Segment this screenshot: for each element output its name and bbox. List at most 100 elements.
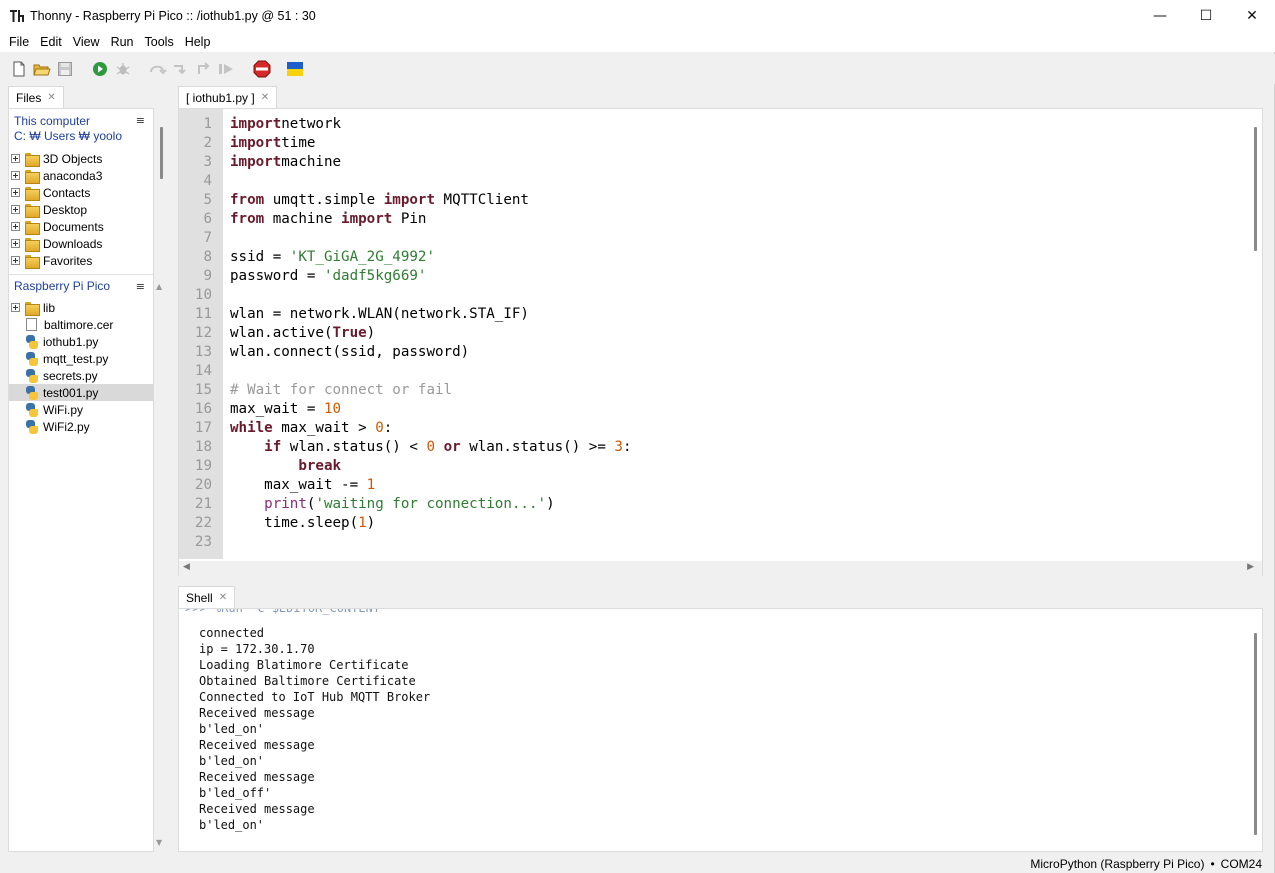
files-scroll-up-icon[interactable]: ▲ <box>156 282 162 291</box>
expand-icon[interactable] <box>11 205 20 214</box>
new-file-icon[interactable] <box>9 59 29 79</box>
code-token: while <box>230 420 273 436</box>
line-number: 21 <box>194 496 212 512</box>
line-number: 6 <box>203 211 212 227</box>
code-token: 0 <box>375 420 384 436</box>
step-into-icon[interactable] <box>171 59 191 79</box>
expand-icon[interactable] <box>11 188 20 197</box>
close-window-button[interactable]: ✕ <box>1229 0 1275 32</box>
port-status[interactable]: COM24 <box>1221 857 1262 871</box>
tab-close-icon[interactable]: ✕ <box>261 92 269 103</box>
stop-icon[interactable] <box>252 59 272 79</box>
menu-view[interactable]: View <box>68 35 105 49</box>
maximize-button[interactable]: ☐ <box>1183 0 1229 32</box>
debug-icon[interactable] <box>113 59 133 79</box>
expand-icon[interactable] <box>11 256 20 265</box>
shell-output-line: Loading Blatimore Certificate <box>199 658 409 672</box>
menu-help[interactable]: Help <box>180 35 216 49</box>
tab-files-label: Files <box>16 90 42 105</box>
tab-close-icon[interactable]: ✕ <box>47 92 55 103</box>
tree-item[interactable]: secrets.py <box>9 367 153 384</box>
editor-hscrollbar[interactable]: ◀ ▶ <box>179 561 1262 576</box>
code-text: print('waiting for connection...') <box>230 495 554 514</box>
open-folder-icon[interactable] <box>32 59 52 79</box>
line-number: 22 <box>194 515 212 531</box>
tree-item[interactable]: Downloads <box>9 235 153 252</box>
tree-item[interactable]: test001.py <box>9 384 153 401</box>
run-icon[interactable] <box>90 59 110 79</box>
code-editor[interactable]: 1 importnetwork 2 importtime 3 importmachine 4… <box>178 108 1263 576</box>
menu-run[interactable]: Run <box>106 35 139 49</box>
pico-header: Raspberry Pi Pico ≡ <box>9 274 153 296</box>
code-line: 9 password = 'dadf5kg669' <box>179 267 1249 286</box>
expand-icon[interactable] <box>11 154 20 163</box>
computer-path[interactable]: C: ₩ Users ₩ yoolo <box>14 129 153 144</box>
tree-item[interactable]: Documents <box>9 218 153 235</box>
menu-tools[interactable]: Tools <box>140 35 179 49</box>
code-token: Pin <box>392 211 427 227</box>
save-icon[interactable] <box>55 59 75 79</box>
files-scroll-down-icon[interactable]: ▼ <box>156 838 162 847</box>
line-number: 2 <box>203 135 212 151</box>
resume-icon[interactable] <box>217 59 237 79</box>
expand-icon[interactable] <box>11 303 20 312</box>
code-line: 22 time.sleep(1) <box>179 514 1249 533</box>
tab-close-icon[interactable]: ✕ <box>219 592 227 603</box>
minimize-button[interactable]: — <box>1137 0 1183 32</box>
shell-scroll-thumb[interactable] <box>1254 633 1257 835</box>
ukraine-flag-icon[interactable] <box>285 59 305 79</box>
code-line: 10 <box>179 286 1249 305</box>
tab-files[interactable]: Files ✕ <box>8 86 64 108</box>
window-title: Thonny - Raspberry Pi Pico :: /iothub1.p… <box>30 9 316 23</box>
files-tab-strip: Files ✕ <box>8 86 64 108</box>
editor-tab-strip: [ iothub1.py ] ✕ <box>178 86 278 108</box>
tree-item[interactable]: Contacts <box>9 184 153 201</box>
tree-item[interactable]: mqtt_test.py <box>9 350 153 367</box>
menu-edit[interactable]: Edit <box>35 35 67 49</box>
tree-item[interactable]: 3D Objects <box>9 150 153 167</box>
tab-shell[interactable]: Shell ✕ <box>178 586 236 608</box>
tree-item[interactable]: Favorites <box>9 252 153 269</box>
code-token: : <box>622 439 632 455</box>
code-token: 1 <box>366 477 376 493</box>
shell-panel[interactable]: >>> %Run -c $EDITOR_CONTENT connected ip … <box>178 608 1263 852</box>
tree-item-label: WiFi.py <box>43 402 83 417</box>
pico-label[interactable]: Raspberry Pi Pico <box>14 279 153 293</box>
scroll-right-icon[interactable]: ▶ <box>1247 562 1254 572</box>
code-token: if <box>264 439 282 455</box>
step-out-icon[interactable] <box>194 59 214 79</box>
pico-menu-icon[interactable]: ≡ <box>136 280 145 293</box>
status-separator: • <box>1210 856 1215 871</box>
line-number: 1 <box>203 116 212 132</box>
interpreter-status[interactable]: MicroPython (Raspberry Pi Pico) <box>1030 857 1204 871</box>
expand-icon[interactable] <box>11 171 20 180</box>
tree-item[interactable]: WiFi.py <box>9 401 153 418</box>
tree-item[interactable]: baltimore.cer <box>9 316 153 333</box>
tree-item[interactable]: lib <box>9 299 153 316</box>
tree-item[interactable]: WiFi2.py <box>9 418 153 435</box>
file-icon <box>26 318 37 331</box>
tree-item[interactable]: anaconda3 <box>9 167 153 184</box>
shell-output-line: connected <box>199 626 265 640</box>
tree-item[interactable]: Desktop <box>9 201 153 218</box>
tree-item[interactable]: iothub1.py <box>9 333 153 350</box>
editor-scroll-thumb[interactable] <box>1254 127 1257 251</box>
menu-file[interactable]: File <box>4 35 34 49</box>
expand-icon[interactable] <box>11 222 20 231</box>
window-controls: — ☐ ✕ <box>1137 0 1275 32</box>
tree-item-label: iothub1.py <box>43 334 99 349</box>
code-text: break <box>230 457 341 476</box>
code-text: # Wait for connect or fail <box>230 381 452 400</box>
computer-scroll-thumb[interactable] <box>160 127 163 179</box>
scroll-left-icon[interactable]: ◀ <box>183 562 190 572</box>
code-line: 11 wlan = network.WLAN(network.STA_IF) <box>179 305 1249 324</box>
expand-icon[interactable] <box>11 239 20 248</box>
step-over-icon[interactable] <box>148 59 168 79</box>
shell-run-command: >>> %Run -c $EDITOR_CONTENT <box>185 608 381 615</box>
panel-menu-icon[interactable]: ≡ <box>136 114 145 127</box>
this-computer-label[interactable]: This computer <box>14 114 153 129</box>
tab-iothub1[interactable]: [ iothub1.py ] ✕ <box>178 86 278 108</box>
toolbar <box>0 54 1275 84</box>
line-number: 7 <box>203 230 212 246</box>
code-token: time.sleep( <box>230 515 359 531</box>
